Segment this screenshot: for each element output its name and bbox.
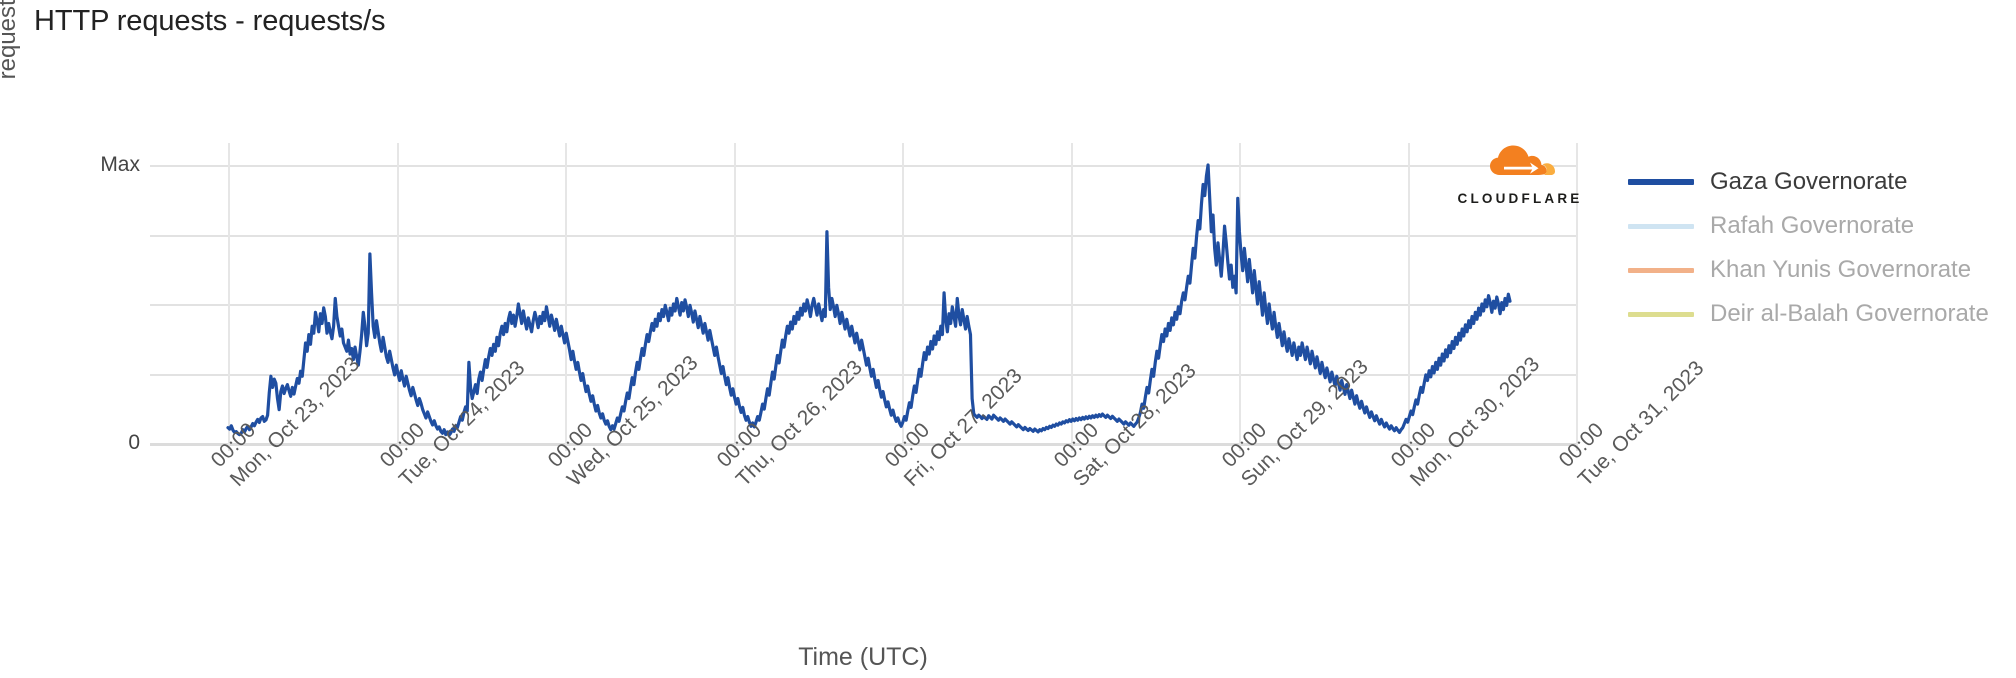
legend-label: Gaza Governorate — [1710, 168, 1908, 195]
legend-label: Khan Yunis Governorate — [1710, 256, 1972, 283]
y-tick-max: Max — [100, 153, 140, 176]
legend-item[interactable]: Deir al-Balah Governorate — [1628, 292, 2008, 336]
legend-label: Rafah Governorate — [1710, 212, 1915, 239]
y-tick-labels: Max 0 — [0, 0, 140, 678]
chart-legend[interactable]: Gaza Governorate Rafah Governorate Khan Yu… — [1628, 160, 2008, 336]
legend-swatch — [1628, 179, 1694, 185]
legend-swatch — [1628, 267, 1694, 273]
cloudflare-wordmark: CLOUDFLARE — [1457, 191, 1583, 206]
y-tick-zero: 0 — [128, 431, 140, 454]
legend-swatch — [1628, 311, 1694, 317]
legend-item[interactable]: Gaza Governorate — [1628, 160, 2008, 204]
x-axis-title: Time (UTC) — [798, 643, 928, 671]
legend-label: Deir al-Balah Governorate — [1710, 300, 1989, 327]
plot-area — [150, 143, 1578, 451]
legend-item[interactable]: Rafah Governorate — [1628, 204, 2008, 248]
series-line-gaza — [226, 163, 1512, 437]
legend-item[interactable]: Khan Yunis Governorate — [1628, 248, 2008, 292]
legend-swatch — [1628, 223, 1694, 229]
chart-container: HTTP requests - requests/s requests/s Ma… — [0, 0, 2016, 678]
gridline-horizontal — [150, 443, 1576, 446]
cloudflare-cloud-icon — [1490, 145, 1555, 175]
cloudflare-watermark: CLOUDFLARE — [1455, 145, 1585, 206]
